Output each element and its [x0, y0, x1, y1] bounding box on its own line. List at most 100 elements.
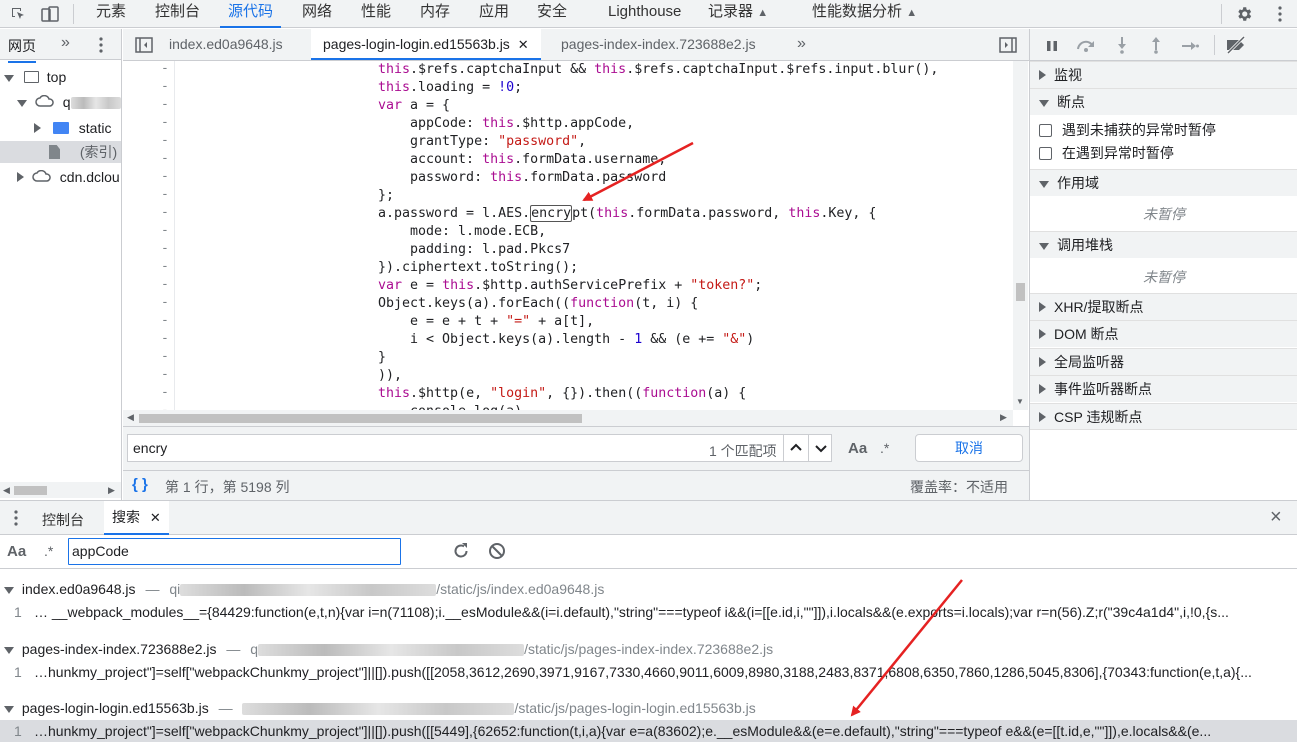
pause-caught-option[interactable]: 在遇到异常时暂停 [1039, 143, 1174, 163]
regex-toggle[interactable]: .* [880, 440, 889, 456]
editor-vscroll[interactable]: ▼ [1013, 61, 1028, 410]
gutter-marker[interactable]: - [161, 169, 169, 184]
section-xhr-breakpoints[interactable]: XHR/提取断点 [1030, 293, 1297, 320]
tab-application[interactable]: 应用 [471, 0, 517, 28]
tree-item-host[interactable]: q [17, 91, 121, 113]
gutter-marker[interactable]: - [161, 331, 169, 346]
drawer-tab-search[interactable]: 搜索 ✕ [104, 501, 169, 535]
gear-icon[interactable] [1234, 4, 1254, 24]
section-scope[interactable]: 作用域 [1030, 169, 1297, 196]
deactivate-breakpoints-icon[interactable] [1224, 35, 1248, 57]
pretty-print-button[interactable]: { } [132, 476, 148, 493]
result-line[interactable]: 1 …hunkmy_project"]=self["webpackChunkmy_… [0, 661, 1297, 683]
gutter-marker[interactable]: - [161, 385, 169, 400]
section-csp-breakpoints[interactable]: CSP 违规断点 [1030, 403, 1297, 430]
drawer-tab-console[interactable]: 控制台 [42, 510, 84, 530]
navigator-hscroll[interactable]: ◀ ▶ [0, 482, 121, 498]
code-editor[interactable]: - - - - - - - - - - - - - - - - - - - - this.$refs.captchaI… [123, 61, 1029, 410]
section-event-listener-breakpoints[interactable]: 事件监听器断点 [1030, 375, 1297, 402]
more-vert-icon[interactable] [1270, 4, 1290, 24]
gutter-marker[interactable]: - [161, 259, 169, 274]
more-tabs-chevron-icon[interactable]: » [797, 29, 806, 60]
section-watch[interactable]: 监视 [1030, 61, 1297, 88]
tab-network[interactable]: 网络 [294, 0, 340, 28]
gutter-marker[interactable]: - [161, 97, 169, 112]
close-icon[interactable]: ✕ [150, 510, 161, 525]
tree-item-index[interactable]: (索引) [0, 141, 121, 163]
pause-icon[interactable] [1046, 39, 1058, 55]
result-line[interactable]: 1 … __webpack_modules__={84429:function(e… [0, 601, 1297, 623]
scroll-thumb[interactable] [1016, 283, 1025, 301]
gutter-marker[interactable]: - [161, 295, 169, 310]
close-icon[interactable]: ✕ [518, 37, 529, 52]
search-input[interactable]: appCode [68, 538, 401, 565]
match-case-toggle[interactable]: Aa [848, 440, 867, 457]
gutter-marker[interactable]: - [161, 241, 169, 256]
step-icon[interactable] [1181, 39, 1199, 55]
editor-hscroll[interactable]: ◀ ▶ [123, 410, 1013, 426]
gutter-marker[interactable]: - [161, 223, 169, 238]
gutter-marker[interactable]: - [161, 205, 169, 220]
tab-performance[interactable]: 性能 [353, 0, 399, 28]
close-drawer-icon[interactable]: × [1270, 506, 1282, 529]
tab-page[interactable]: 网页 [8, 36, 36, 63]
regex-toggle[interactable]: .* [44, 543, 53, 559]
gutter-marker[interactable]: - [161, 367, 169, 382]
gutter-marker[interactable]: - [161, 187, 169, 202]
result-line-selected[interactable]: 1 …hunkmy_project"]=self["webpackChunkmy_… [0, 720, 1297, 742]
find-bar: encry 1 个匹配项 Aa .* 取消 [123, 426, 1029, 470]
step-out-icon[interactable] [1150, 36, 1162, 57]
step-over-icon[interactable] [1075, 38, 1097, 55]
tab-recorder[interactable]: 记录器 ▲ [700, 0, 776, 28]
gutter-marker[interactable]: - [161, 313, 169, 328]
gutter-marker[interactable]: - [161, 79, 169, 94]
gutter-marker[interactable]: - [161, 133, 169, 148]
gutter-marker[interactable]: - [161, 277, 169, 292]
next-match-button[interactable] [808, 434, 833, 462]
gutter-marker[interactable]: - [161, 349, 169, 364]
previous-match-button[interactable] [783, 434, 808, 462]
editor-tab-login[interactable]: pages-login-login.ed15563b.js ✕ [311, 29, 541, 60]
clear-icon[interactable] [488, 542, 506, 563]
section-global-listeners[interactable]: 全局监听器 [1030, 348, 1297, 375]
scroll-thumb[interactable] [139, 414, 582, 423]
pause-uncaught-option[interactable]: 遇到未捕获的异常时暂停 [1039, 120, 1216, 140]
tree-item-static[interactable]: static [34, 117, 111, 139]
checkbox[interactable] [1039, 124, 1052, 137]
refresh-icon[interactable] [452, 542, 470, 563]
inspect-icon[interactable] [8, 4, 28, 24]
tab-elements[interactable]: 元素 [88, 0, 134, 28]
find-input[interactable]: encry 1 个匹配项 [127, 434, 832, 462]
more-vert-icon[interactable] [99, 37, 103, 56]
gutter-marker[interactable]: - [161, 61, 169, 76]
checkbox[interactable] [1039, 147, 1052, 160]
result-file-header[interactable]: pages-login-login.ed15563b.js — /static/… [0, 697, 756, 719]
gutter-marker[interactable]: - [161, 403, 169, 410]
tree-item-top[interactable]: top [4, 66, 66, 88]
tab-lighthouse[interactable]: Lighthouse [600, 0, 689, 28]
section-call-stack[interactable]: 调用堆栈 [1030, 231, 1297, 258]
cancel-search-button[interactable]: 取消 [915, 434, 1023, 462]
section-breakpoints[interactable]: 断点 [1030, 88, 1297, 115]
match-case-toggle[interactable]: Aa [7, 543, 26, 560]
tab-sources[interactable]: 源代码 [220, 0, 282, 28]
toggle-debugger-icon[interactable] [999, 37, 1017, 56]
tab-memory[interactable]: 内存 [412, 0, 458, 28]
gutter-marker[interactable]: - [161, 151, 169, 166]
result-file-header[interactable]: index.ed0a9648.js — qi/static/js/index.e… [0, 578, 604, 600]
more-tabs-chevron-icon[interactable]: » [61, 34, 70, 52]
editor-tab-pages-index[interactable]: pages-index-index.723688e2.js [561, 29, 756, 60]
more-vert-icon[interactable] [14, 510, 18, 529]
device-toolbar-icon[interactable] [40, 4, 60, 24]
section-dom-breakpoints[interactable]: DOM 断点 [1030, 320, 1297, 347]
tab-console[interactable]: 控制台 [147, 0, 208, 28]
toggle-navigator-icon[interactable] [135, 37, 153, 56]
tab-security[interactable]: 安全 [529, 0, 575, 28]
editor-tab-index[interactable]: index.ed0a9648.js [169, 29, 283, 60]
gutter-marker[interactable]: - [161, 115, 169, 130]
step-into-icon[interactable] [1116, 36, 1128, 57]
scroll-thumb[interactable] [14, 486, 47, 495]
result-file-header[interactable]: pages-index-index.723688e2.js — q/static… [0, 638, 773, 660]
tab-performance-insights[interactable]: 性能数据分析 ▲ [804, 0, 925, 28]
tree-item-cdn[interactable]: cdn.dclou [17, 166, 120, 188]
